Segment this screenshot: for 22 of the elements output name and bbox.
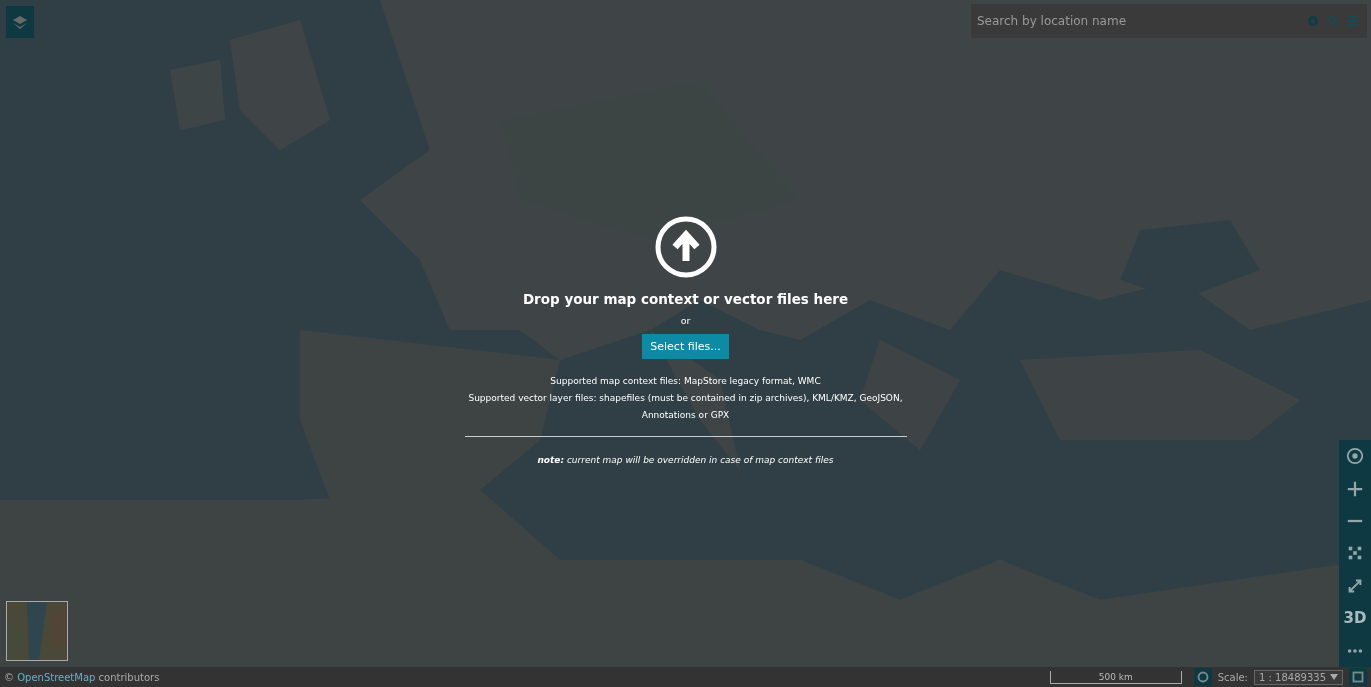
supported-files-text: Supported vector layer files: shapefiles (must be contained in zip archives), KML/KMZ, GeoJSON, Annotations or GPX bbox=[467, 392, 904, 422]
note-text: note: current map will be overridden in case of map context files bbox=[537, 455, 834, 465]
scale-label: Scale: bbox=[1217, 671, 1248, 683]
search-field[interactable]: Search by location name bbox=[971, 4, 1299, 38]
or-text: or bbox=[680, 315, 691, 326]
supported-files-text: Supported map context files: MapStore legacy format, WMC bbox=[550, 375, 821, 388]
locate-icon[interactable] bbox=[1346, 447, 1364, 466]
attribution-text: © OpenStreetMap contributors bbox=[4, 671, 160, 683]
drop-title: Drop your map context or vector files here bbox=[522, 291, 849, 307]
panel-icon[interactable] bbox=[1349, 668, 1367, 686]
overview-map[interactable] bbox=[6, 601, 68, 661]
3d-button[interactable]: 3D bbox=[1343, 609, 1367, 628]
scale-bar: 500 km bbox=[1049, 670, 1182, 684]
attribution-link[interactable]: OpenStreetMap bbox=[17, 671, 96, 683]
upload-icon bbox=[653, 215, 718, 279]
layers-button[interactable] bbox=[6, 6, 34, 38]
zoom-in-icon[interactable] bbox=[1346, 479, 1364, 498]
layers-icon bbox=[12, 14, 28, 30]
settings-icon[interactable] bbox=[1193, 668, 1212, 686]
caret-icon bbox=[1330, 674, 1338, 680]
scale-select[interactable]: 1 : 18489335 bbox=[1254, 669, 1343, 685]
select-files-button[interactable]: Select files... bbox=[642, 334, 729, 359]
